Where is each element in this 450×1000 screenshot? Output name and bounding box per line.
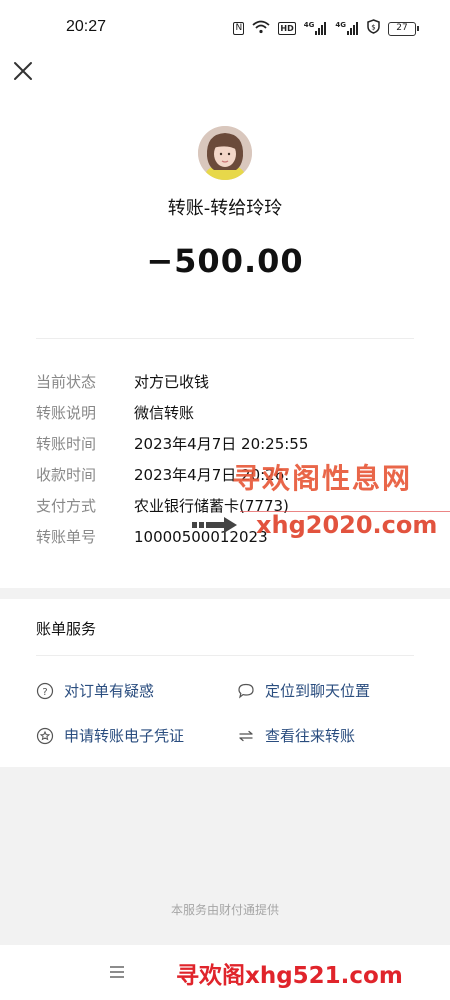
svg-text:$: $ — [371, 24, 375, 32]
avatar — [198, 126, 252, 180]
apply-voucher-link[interactable]: 申请转账电子凭证 — [36, 725, 184, 746]
swap-arrows-icon — [237, 727, 255, 745]
status-time: 20:27 — [66, 18, 107, 35]
arrow-right-icon — [190, 514, 240, 536]
status-bar: 20:27 N HD 4G 4G $ 27 — [0, 0, 450, 56]
hd-icon: HD — [278, 22, 296, 35]
detail-value: 微信转账 — [134, 404, 195, 422]
battery-indicator: 27 — [388, 21, 419, 36]
menu-icon[interactable] — [108, 963, 126, 981]
divider — [36, 338, 414, 339]
watermark-text: 寻欢阁性息网 — [232, 462, 413, 495]
detail-label: 转账说明 — [36, 404, 97, 422]
question-circle-icon: ? — [36, 682, 54, 700]
top-bar — [0, 56, 450, 100]
certificate-icon — [36, 727, 54, 745]
detail-label: 转账时间 — [36, 435, 97, 453]
bottom-area — [0, 767, 450, 945]
transfer-title: 转账-转给玲玲 — [167, 198, 283, 219]
status-icons: N HD 4G 4G $ 27 — [233, 19, 419, 38]
provider-note: 本服务由财付通提供 — [170, 903, 279, 917]
detail-row-note: 转账说明 微信转账 — [36, 397, 426, 428]
watermark-url: xhg2020.com — [256, 511, 438, 539]
chat-bubble-icon — [237, 682, 255, 700]
wifi-icon — [252, 19, 270, 38]
service-label: 查看往来转账 — [265, 727, 356, 745]
shield-icon: $ — [367, 19, 380, 38]
detail-row-transfer-time: 转账时间 2023年4月7日 20:25:55 — [36, 428, 426, 459]
transfer-amount: −500.00 — [146, 242, 304, 280]
service-label: 定位到聊天位置 — [265, 682, 371, 700]
signal-4g-1-icon: 4G — [304, 22, 328, 35]
detail-value: 对方已收钱 — [134, 373, 210, 391]
nfc-icon: N — [233, 22, 245, 35]
divider — [36, 655, 414, 656]
section-separator — [0, 588, 450, 599]
close-button[interactable] — [10, 58, 36, 84]
service-label: 对订单有疑惑 — [64, 682, 155, 700]
svg-text:?: ? — [42, 687, 47, 698]
detail-label: 当前状态 — [36, 373, 97, 391]
detail-label: 支付方式 — [36, 497, 97, 515]
locate-chat-link[interactable]: 定位到聊天位置 — [237, 680, 370, 701]
signal-4g-2-icon: 4G — [335, 22, 359, 35]
close-icon — [14, 62, 32, 80]
bill-services-title: 账单服务 — [36, 620, 97, 638]
order-question-link[interactable]: ? 对订单有疑惑 — [36, 680, 154, 701]
watermark-bottom: 寻欢阁xhg521.com — [176, 963, 403, 989]
view-transfers-link[interactable]: 查看往来转账 — [237, 725, 355, 746]
detail-label: 转账单号 — [36, 528, 97, 546]
detail-value: 2023年4月7日 20:25:55 — [134, 435, 309, 453]
service-label: 申请转账电子凭证 — [64, 727, 185, 745]
detail-label: 收款时间 — [36, 466, 97, 484]
detail-row-status: 当前状态 对方已收钱 — [36, 366, 426, 397]
